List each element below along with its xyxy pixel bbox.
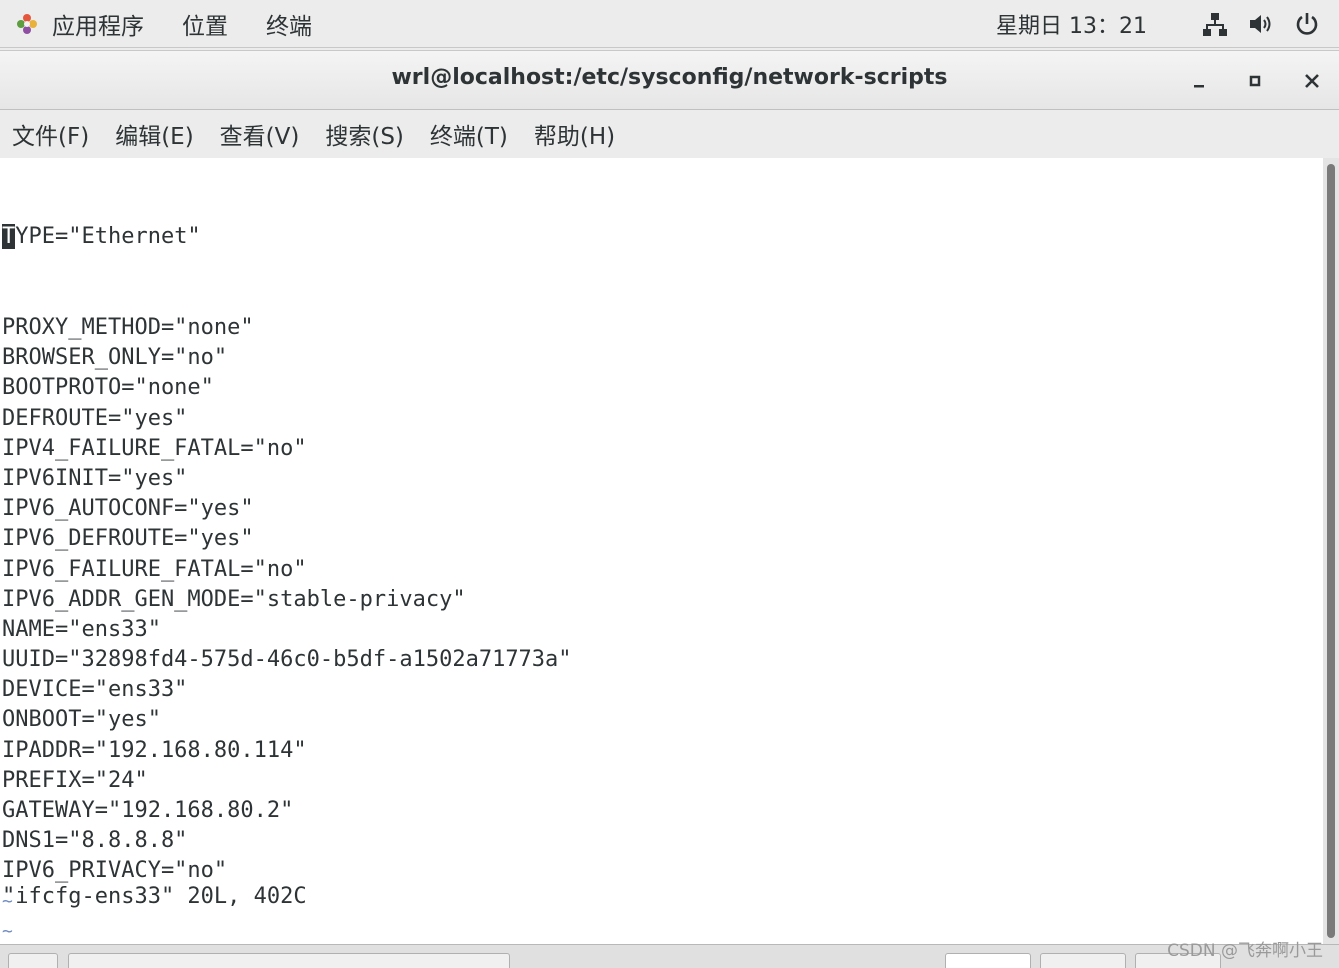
terminal-line: IPV6_ADDR_GEN_MODE="stable-privacy" bbox=[2, 586, 466, 612]
close-button[interactable] bbox=[1298, 67, 1326, 95]
maximize-icon bbox=[1249, 75, 1261, 87]
terminal-line: IPV6_FAILURE_FATAL="no" bbox=[2, 556, 307, 582]
menubar: 文件(F) 编辑(E) 查看(V) 搜索(S) 终端(T) 帮助(H) bbox=[0, 110, 1339, 158]
menu-file[interactable]: 文件(F) bbox=[12, 117, 89, 151]
terminal-line: TYPE="Ethernet" bbox=[2, 222, 572, 252]
empty-line-tilde: ~ bbox=[2, 920, 13, 942]
terminal-panel-menu[interactable]: 终端 bbox=[266, 7, 312, 41]
terminal-line: BROWSER_ONLY="no" bbox=[2, 345, 228, 371]
menu-terminal[interactable]: 终端(T) bbox=[430, 117, 508, 151]
terminal-line: IPADDR="192.168.80.114" bbox=[2, 737, 307, 763]
menu-view[interactable]: 查看(V) bbox=[220, 117, 300, 151]
terminal-line: PREFIX="24" bbox=[2, 767, 148, 793]
top-panel: 应用程序 位置 终端 星期日 13：21 bbox=[0, 0, 1339, 48]
show-desktop-button[interactable] bbox=[8, 953, 58, 968]
close-icon bbox=[1305, 74, 1319, 88]
applications-logo-icon[interactable] bbox=[14, 11, 40, 37]
terminal-line: IPV6_AUTOCONF="yes" bbox=[2, 496, 254, 522]
terminal-line: IPV6INIT="yes" bbox=[2, 465, 188, 491]
scrollbar-thumb[interactable] bbox=[1327, 164, 1335, 938]
terminal-line: IPV6_DEFROUTE="yes" bbox=[2, 526, 254, 552]
menu-search[interactable]: 搜索(S) bbox=[325, 117, 404, 151]
workspace-1-button[interactable] bbox=[945, 953, 1031, 968]
terminal-text: TYPE="Ethernet" PROXY_METHOD="none" BROWS… bbox=[2, 162, 572, 944]
desktop: 应用程序 位置 终端 星期日 13：21 wrl@localhost:/etc/… bbox=[0, 0, 1339, 968]
applications-menu[interactable]: 应用程序 bbox=[52, 7, 144, 41]
window-title: wrl@localhost:/etc/sysconfig/network-scr… bbox=[391, 65, 948, 90]
terminal-line: UUID="32898fd4-575d-46c0-b5df-a1502a7177… bbox=[2, 647, 572, 673]
text-cursor: T bbox=[2, 224, 16, 250]
volume-icon[interactable] bbox=[1247, 10, 1275, 38]
minimize-icon bbox=[1194, 85, 1204, 88]
terminal-line: BOOTPROTO="none" bbox=[2, 375, 214, 401]
watermark: CSDN @飞奔啊小王 bbox=[1167, 941, 1323, 961]
terminal-line: DNS1="8.8.8.8" bbox=[2, 828, 188, 854]
terminal-scrollbar[interactable] bbox=[1323, 158, 1339, 944]
power-icon[interactable] bbox=[1293, 10, 1321, 38]
taskbar-window-button[interactable] bbox=[68, 953, 510, 968]
places-menu[interactable]: 位置 bbox=[182, 7, 228, 41]
terminal-line: DEFROUTE="yes" bbox=[2, 405, 188, 431]
terminal-line: ONBOOT="yes" bbox=[2, 707, 161, 733]
maximize-button[interactable] bbox=[1241, 67, 1269, 95]
vim-status-line: "ifcfg-ens33" 20L, 402C bbox=[2, 884, 307, 909]
network-icon[interactable] bbox=[1201, 10, 1229, 38]
clock[interactable]: 星期日 13：21 bbox=[996, 8, 1147, 40]
menu-help[interactable]: 帮助(H) bbox=[534, 117, 615, 151]
terminal-line: DEVICE="ens33" bbox=[2, 677, 188, 703]
window-titlebar[interactable]: wrl@localhost:/etc/sysconfig/network-scr… bbox=[0, 50, 1339, 110]
terminal-line: PROXY_METHOD="none" bbox=[2, 315, 254, 340]
workspace-2-button[interactable] bbox=[1040, 953, 1126, 968]
minimize-button[interactable] bbox=[1185, 67, 1213, 95]
terminal-line: IPV4_FAILURE_FATAL="no" bbox=[2, 435, 307, 461]
terminal-line: NAME="ens33" bbox=[2, 616, 161, 642]
terminal-line: GATEWAY="192.168.80.2" bbox=[2, 798, 294, 823]
window-list-bar bbox=[0, 944, 1339, 968]
menu-edit[interactable]: 编辑(E) bbox=[115, 117, 193, 151]
terminal-line: IPV6_PRIVACY="no" bbox=[2, 858, 228, 884]
terminal-line-text: YPE="Ethernet" bbox=[15, 224, 201, 250]
terminal-view[interactable]: TYPE="Ethernet" PROXY_METHOD="none" BROWS… bbox=[0, 158, 1323, 944]
